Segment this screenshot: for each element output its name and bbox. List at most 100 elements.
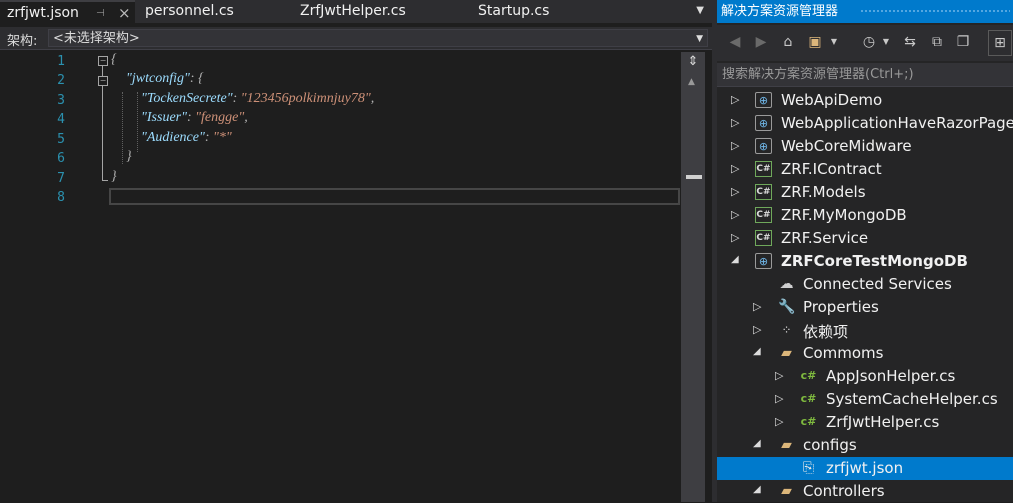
tree-item-label: ZRF.Models — [781, 183, 866, 201]
solution-explorer: 解决方案资源管理器 ◀ ▶ ⌂ ▣ ▼ ◷ ▼ ⇆ ⧉ ❐ ⊞ 搜索解决方案资源… — [717, 0, 1013, 502]
tree-item-controllers[interactable]: ◢ ▰ Controllers — [717, 480, 1013, 503]
editor-vertical-scrollbar[interactable]: ⇕ ▲ — [681, 52, 705, 502]
tab-overflow-dropdown-icon[interactable]: ▼ — [696, 0, 704, 22]
csharp-project-icon: C# — [755, 207, 772, 223]
tree-item-properties[interactable]: ▷ 🔧 Properties — [717, 296, 1013, 319]
tree-item-zrfjwt-json[interactable]: ⎘ zrfjwt.json — [717, 457, 1013, 480]
tree-item-dependencies[interactable]: ▷ ⁘ 依赖项 — [717, 319, 1013, 342]
expand-arrow-icon[interactable]: ▷ — [731, 185, 739, 198]
expand-arrow-icon[interactable]: ▷ — [775, 392, 783, 405]
tree-item-systemcachehelper-cs[interactable]: ▷ c# SystemCacheHelper.cs — [717, 388, 1013, 411]
tree-item-zrfjwthelper-cs[interactable]: ▷ c# ZrfJwtHelper.cs — [717, 411, 1013, 434]
code-line-7[interactable]: } — [111, 169, 117, 185]
tab-zrfjwt-json[interactable]: zrfjwt.json ⊣ × — [0, 0, 135, 25]
solution-explorer-title-bar[interactable]: 解决方案资源管理器 — [717, 0, 1013, 23]
expand-arrow-icon[interactable]: ▷ — [731, 208, 739, 221]
tree-item-zrf-service[interactable]: ▷ C# ZRF.Service — [717, 227, 1013, 250]
collapse-arrow-icon[interactable]: ◢ — [753, 438, 761, 449]
line-number: 7 — [57, 171, 65, 186]
forward-icon[interactable]: ▶ — [752, 33, 770, 51]
expand-arrow-icon[interactable]: ▷ — [753, 300, 761, 313]
sync-icon[interactable]: ⇆ — [901, 33, 919, 51]
scroll-position-marker — [686, 175, 702, 179]
pin-icon[interactable]: ⊣ — [96, 2, 105, 25]
collapse-arrow-icon[interactable]: ◢ — [753, 346, 761, 357]
web-project-icon: ⊕ — [755, 253, 772, 269]
tree-item-commoms[interactable]: ◢ ▰ Commoms — [717, 342, 1013, 365]
search-placeholder: 搜索解决方案资源管理器(Ctrl+;) — [722, 67, 914, 82]
tree-item-label: SystemCacheHelper.cs — [826, 390, 998, 408]
show-all-files-icon[interactable]: ❐ — [954, 33, 972, 51]
tree-item-zrf-mymongodb[interactable]: ▷ C# ZRF.MyMongoDB — [717, 204, 1013, 227]
tree-item-zrf-models[interactable]: ▷ C# ZRF.Models — [717, 181, 1013, 204]
current-line-highlight[interactable] — [109, 188, 680, 205]
code-line-1[interactable]: { — [111, 52, 117, 68]
web-project-icon: ⊕ — [755, 138, 772, 154]
tree-item-zrfcoretestmongodb[interactable]: ◢ ⊕ ZRFCoreTestMongoDB — [717, 250, 1013, 273]
code-line-2[interactable]: "jwtconfig": { — [126, 71, 204, 87]
line-number-gutter: 1 2 3 4 5 6 7 8 — [22, 52, 72, 502]
web-project-icon: ⊕ — [755, 92, 772, 108]
tab-startup-cs[interactable]: Startup.cs — [478, 0, 549, 23]
schema-dropdown[interactable]: <未选择架构> ▼ — [48, 29, 708, 47]
tree-item-label: Controllers — [803, 482, 885, 500]
code-line-5[interactable]: "Audience": "*" — [141, 130, 232, 146]
tab-label: Startup.cs — [478, 3, 550, 19]
close-icon[interactable]: × — [118, 2, 131, 25]
tree-item-webapplicationhaverazorpage[interactable]: ▷ ⊕ WebApplicationHaveRazorPage — [717, 112, 1013, 135]
csharp-project-icon: C# — [755, 230, 772, 246]
scroll-up-arrow-icon[interactable]: ▲ — [688, 77, 695, 87]
expand-arrow-icon[interactable]: ▷ — [731, 93, 739, 106]
properties-icon[interactable]: ⊞ — [988, 30, 1012, 56]
tree-item-webapidemo[interactable]: ▷ ⊕ WebApiDemo — [717, 89, 1013, 112]
pending-changes-filter-icon[interactable]: ◷ — [860, 33, 878, 51]
code-line-6[interactable]: } — [126, 149, 132, 165]
tree-item-webcoremidware[interactable]: ▷ ⊕ WebCoreMidware — [717, 135, 1013, 158]
tree-item-connected-services[interactable]: ☁ Connected Services — [717, 273, 1013, 296]
collapse-all-icon[interactable]: ⧉ — [928, 33, 946, 51]
tree-item-configs[interactable]: ◢ ▰ configs — [717, 434, 1013, 457]
collapse-arrow-icon[interactable]: ◢ — [731, 254, 739, 265]
collapse-icon[interactable]: − — [98, 56, 108, 66]
chevron-down-icon[interactable]: ▼ — [825, 33, 843, 51]
split-window-icon[interactable]: ⇕ — [684, 54, 702, 70]
csharp-file-icon: c# — [800, 369, 817, 382]
expand-arrow-icon[interactable]: ▷ — [753, 323, 761, 336]
web-project-icon: ⊕ — [755, 115, 772, 131]
csharp-project-icon: C# — [755, 161, 772, 177]
tree-item-label: WebApiDemo — [781, 91, 883, 109]
tree-item-appjsonhelper-cs[interactable]: ▷ c# AppJsonHelper.cs — [717, 365, 1013, 388]
tree-item-zrf-icontract[interactable]: ▷ C# ZRF.IContract — [717, 158, 1013, 181]
line-number: 2 — [57, 73, 65, 88]
home-icon[interactable]: ⌂ — [779, 33, 797, 51]
chevron-down-icon[interactable]: ▼ — [877, 33, 895, 51]
expand-arrow-icon[interactable]: ▷ — [731, 139, 739, 152]
switch-views-icon[interactable]: ▣ — [806, 33, 824, 51]
tree-item-label: Connected Services — [803, 275, 952, 293]
back-icon[interactable]: ◀ — [726, 33, 744, 51]
tab-zrfjwthelper-cs[interactable]: ZrfJwtHelper.cs — [300, 0, 406, 23]
code-line-3[interactable]: "TockenSecrete": "123456polkimnjuy78", — [141, 91, 374, 107]
expand-arrow-icon[interactable]: ▷ — [775, 369, 783, 382]
tree-item-label: ZRF.MyMongoDB — [781, 206, 907, 224]
csharp-file-icon: c# — [800, 392, 817, 405]
tree-item-label: zrfjwt.json — [826, 459, 904, 477]
tree-item-label: ZRF.IContract — [781, 160, 882, 178]
search-input[interactable]: 搜索解决方案资源管理器(Ctrl+;) — [717, 63, 1013, 87]
editor-tab-strip: zrfjwt.json ⊣ × personnel.cs ZrfJwtHelpe… — [0, 0, 712, 25]
json-value: "fengge" — [195, 110, 245, 125]
tree-item-label: 依赖项 — [803, 323, 849, 341]
tree-item-label: ZRF.Service — [781, 229, 869, 247]
expand-arrow-icon[interactable]: ▷ — [731, 162, 739, 175]
line-number: 8 — [57, 190, 65, 205]
collapse-icon[interactable]: − — [98, 76, 108, 86]
expand-arrow-icon[interactable]: ▷ — [731, 116, 739, 129]
schema-label: 架构: — [7, 34, 38, 49]
expand-arrow-icon[interactable]: ▷ — [731, 231, 739, 244]
collapse-arrow-icon[interactable]: ◢ — [753, 484, 761, 495]
json-file-icon: ⎘ — [802, 460, 815, 476]
tab-personnel-cs[interactable]: personnel.cs — [145, 0, 234, 23]
expand-arrow-icon[interactable]: ▷ — [775, 415, 783, 428]
code-line-4[interactable]: "Issuer": "fengge", — [141, 110, 248, 126]
tree-item-label: configs — [803, 436, 857, 454]
